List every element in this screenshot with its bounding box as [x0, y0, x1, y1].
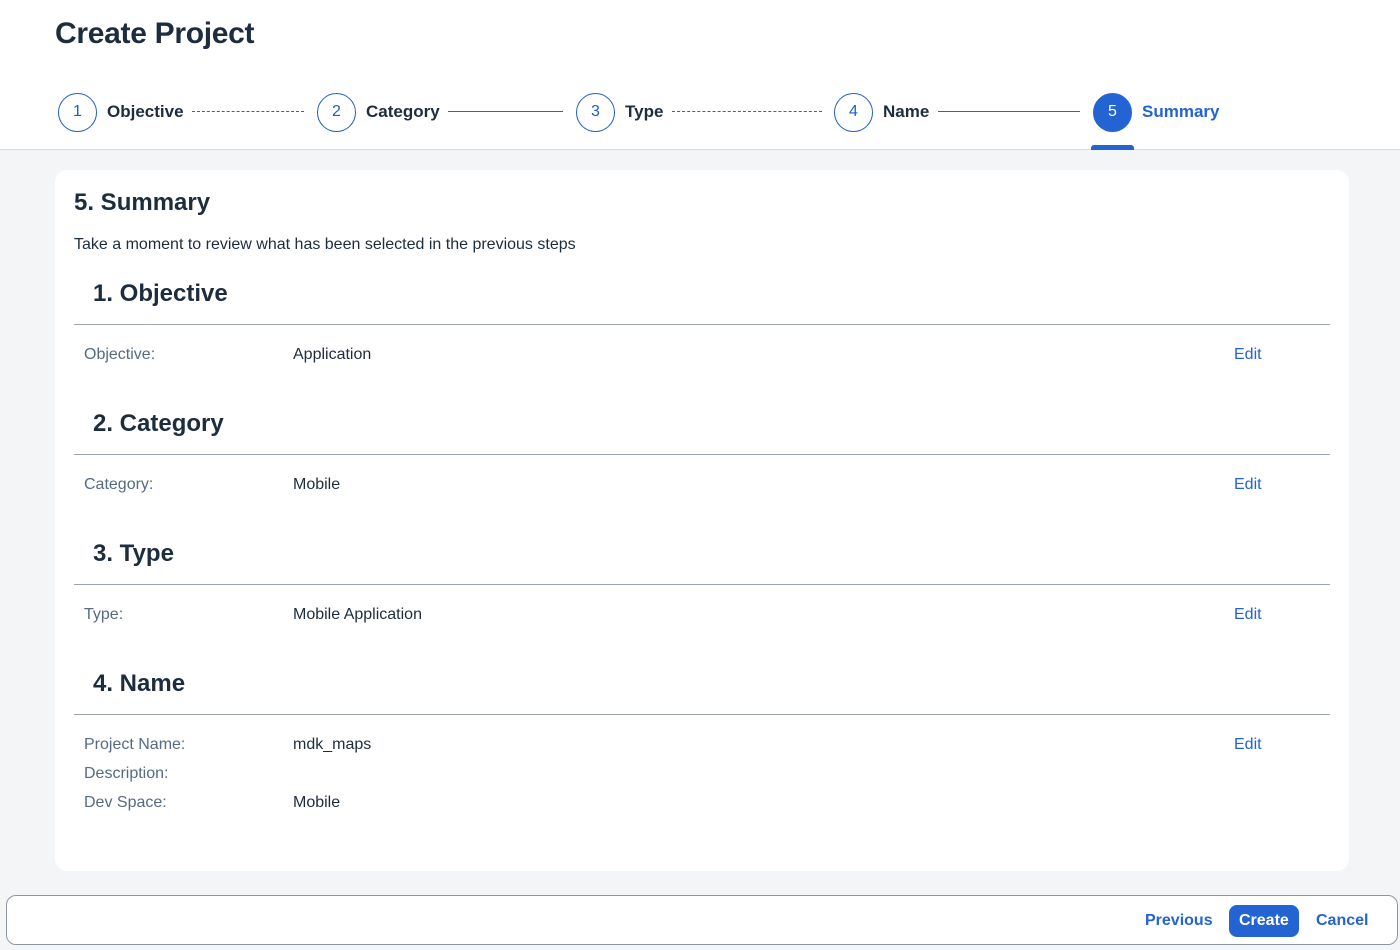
- wizard-step-objective[interactable]: 1 Objective: [58, 92, 184, 132]
- row-label: Objective:: [84, 346, 156, 363]
- summary-description: Take a moment to review what has been se…: [74, 236, 576, 253]
- section-title-objective: 1. Objective: [93, 280, 228, 307]
- row-label: Description:: [84, 765, 169, 782]
- step-connector-4: [938, 111, 1080, 112]
- wizard-step-category[interactable]: 2 Category: [317, 92, 440, 132]
- wizard-step-type[interactable]: 3 Type: [576, 92, 663, 132]
- step-number-4: 4: [834, 92, 873, 132]
- summary-row-type: Type: Mobile Application Edit: [84, 606, 1330, 630]
- section-title-name: 4. Name: [93, 670, 186, 697]
- step-number-3: 3: [576, 92, 615, 132]
- step-number-1: 1: [58, 92, 97, 132]
- summary-row-category: Category: Mobile Edit: [84, 476, 1330, 500]
- summary-card: 5. Summary Take a moment to review what …: [55, 170, 1349, 871]
- row-label: Category:: [84, 476, 154, 493]
- row-value: Mobile Application: [293, 606, 422, 623]
- step-connector-2: [448, 111, 563, 112]
- section-divider: [74, 714, 1330, 715]
- summary-row-project-name: Project Name: mdk_maps Edit: [84, 736, 1330, 760]
- step-label-type: Type: [625, 102, 664, 121]
- step-connector-3: [672, 111, 822, 112]
- previous-button[interactable]: Previous: [1135, 905, 1223, 937]
- row-value: Application: [293, 346, 372, 363]
- wizard-progress-bar: 1 Objective 2 Category 3 Type 4 Name 5 S…: [0, 92, 1400, 150]
- edit-type-link[interactable]: Edit: [1234, 606, 1262, 624]
- step-number-5: 5: [1093, 92, 1132, 132]
- row-value: mdk_maps: [293, 736, 372, 753]
- step-label-category: Category: [366, 102, 440, 121]
- section-divider: [74, 454, 1330, 455]
- row-value: Mobile: [293, 476, 341, 493]
- summary-row-description: Description:: [84, 765, 1330, 789]
- step-label-summary: Summary: [1142, 102, 1220, 121]
- summary-row-dev-space: Dev Space: Mobile: [84, 794, 1330, 818]
- cancel-button[interactable]: Cancel: [1306, 905, 1378, 937]
- row-label: Type:: [84, 606, 124, 623]
- row-value: Mobile: [293, 794, 341, 811]
- step-label-objective: Objective: [107, 102, 184, 121]
- page-header: Create Project 1 Objective 2 Category 3 …: [0, 0, 1400, 150]
- wizard-step-summary[interactable]: 5 Summary: [1093, 92, 1219, 132]
- row-label: Project Name:: [84, 736, 186, 753]
- section-title-category: 2. Category: [93, 410, 224, 437]
- wizard-step-name[interactable]: 4 Name: [834, 92, 929, 132]
- summary-title: 5. Summary: [74, 189, 211, 216]
- active-step-indicator: [1091, 145, 1134, 150]
- step-label-name: Name: [883, 102, 930, 121]
- create-button[interactable]: Create: [1229, 905, 1299, 937]
- edit-name-link[interactable]: Edit: [1234, 736, 1262, 754]
- summary-row-objective: Objective: Application Edit: [84, 346, 1330, 370]
- step-connector-1: [192, 111, 304, 112]
- edit-objective-link[interactable]: Edit: [1234, 346, 1262, 364]
- section-title-type: 3. Type: [93, 540, 174, 567]
- section-divider: [74, 584, 1330, 585]
- edit-category-link[interactable]: Edit: [1234, 476, 1262, 494]
- section-divider: [74, 324, 1330, 325]
- page-title: Create Project: [55, 17, 255, 50]
- row-label: Dev Space:: [84, 794, 167, 811]
- step-number-2: 2: [317, 92, 356, 132]
- wizard-footer: Previous Create Cancel: [6, 895, 1398, 945]
